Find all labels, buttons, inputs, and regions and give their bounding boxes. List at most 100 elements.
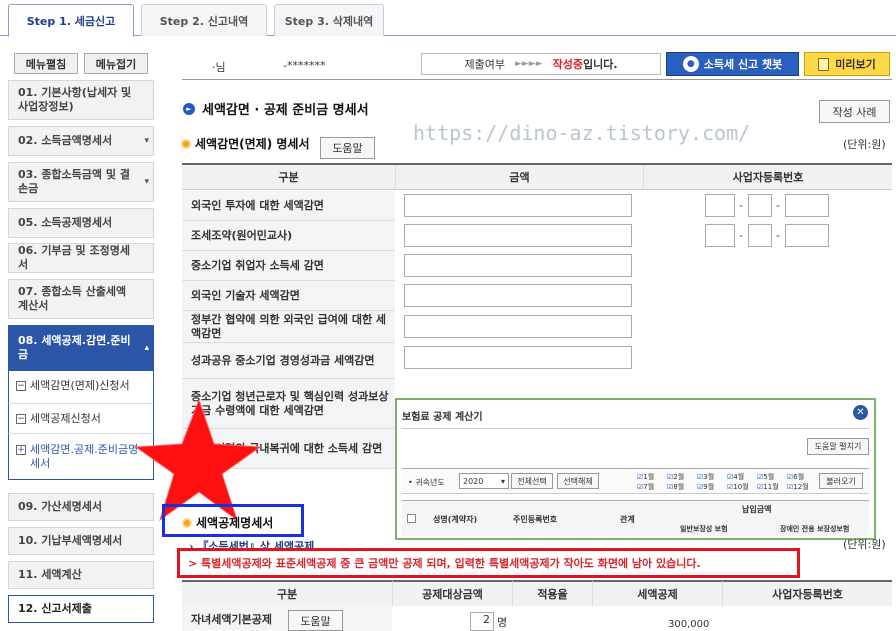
table-row-label: 중소기업 취업자 소득세 감면 <box>182 251 395 281</box>
select-all-checkbox[interactable] <box>407 514 416 523</box>
amount-input[interactable] <box>404 194 632 217</box>
status-badge: 작성중 <box>552 58 583 71</box>
highlight-box-blue <box>162 504 304 537</box>
sidebar-item-06[interactable]: 06. 기부금 및 조정명세서 <box>8 243 154 273</box>
close-icon[interactable]: ✕ <box>853 405 868 420</box>
year-select[interactable]: 2020 ▾ <box>459 473 509 489</box>
sidebar-subitem-statement[interactable]: + 세액감면.공제.준비금명세서 <box>8 434 154 480</box>
dash: - <box>776 199 780 212</box>
dash: - <box>739 229 743 242</box>
arrows-icon: ►►►► <box>514 59 543 69</box>
masked-id: -******* <box>283 59 326 72</box>
step-tabbar: Step 1. 세금신고 Step 2. 신고내역 Step 3. 삭제내역 <box>0 0 896 37</box>
sidebar-item-05[interactable]: 05. 소득공제명세서 <box>8 208 154 238</box>
tab-step3[interactable]: Step 3. 삭제내역 <box>274 4 384 36</box>
sidebar-item-09[interactable]: 09. 가산세명세서 <box>8 493 154 521</box>
deselect-button[interactable]: 선택해제 <box>557 473 599 489</box>
submit-status: 제출여부 ►►►► 작성중입니다. <box>421 53 661 75</box>
month-label: 5월 <box>763 473 775 481</box>
amount-input[interactable] <box>404 315 632 338</box>
document-icon <box>818 57 830 71</box>
col-disabled-insurance: 장애인 전용 보장성보험 <box>780 525 850 533</box>
amount-input[interactable] <box>404 254 632 277</box>
month-checkbox[interactable]: ☑5월 <box>757 472 787 481</box>
help-expand-button[interactable]: 도움말 펼치기 <box>807 438 869 455</box>
page-title: ► 세액감면 · 공제 준비금 명세서 <box>183 99 369 118</box>
sidebar-item-10[interactable]: 10. 기납부세액명세서 <box>8 527 154 555</box>
col-header-rate: 적용율 <box>512 580 592 606</box>
col-header-category: 구분 <box>182 580 392 606</box>
amount-input[interactable] <box>404 346 632 369</box>
col-header-bizno: 사업자등록번호 <box>722 580 892 606</box>
col-relation: 관계 <box>620 515 635 524</box>
sidebar-item-label: 12. 신고서제출 <box>18 602 92 615</box>
col-name: 성명(계약자) <box>433 515 478 524</box>
month-checkbox[interactable]: ☑12월 <box>787 482 817 491</box>
sidebar-item-label: 09. 가산세명세서 <box>18 500 103 513</box>
sidebar-item-03[interactable]: 03. 종합소득금액 및 결손금 ▾ <box>8 162 154 202</box>
child-count-input[interactable]: 2 <box>470 612 494 631</box>
bizno-input-2[interactable] <box>748 224 772 247</box>
select-all-button[interactable]: 전체선택 <box>511 473 553 489</box>
col-header-category: 구분 <box>182 165 395 190</box>
chatbot-icon: ● <box>682 56 699 72</box>
sidebar-subitem-label: 세액감면.공제.준비금명세서 <box>30 443 139 470</box>
month-checkbox[interactable]: ☑6월 <box>787 472 817 481</box>
bizno-input-1[interactable] <box>705 194 735 217</box>
sidebar-item-label: 01. 기본사항(납세자 및 사업장정보) <box>18 86 132 113</box>
month-checkbox[interactable]: ☑8월 <box>667 482 697 491</box>
col-payment: 납입금액 <box>742 505 772 514</box>
chevron-down-icon: ▾ <box>144 177 149 187</box>
tab-step1[interactable]: Step 1. 세금신고 <box>8 4 134 37</box>
bizno-input-1[interactable] <box>705 224 735 247</box>
load-button[interactable]: 불러오기 <box>819 473 863 489</box>
amount-input[interactable] <box>404 224 632 247</box>
month-checkbox[interactable]: ☑7월 <box>637 482 667 491</box>
sidebar-item-11[interactable]: 11. 세액계산 <box>8 561 154 589</box>
month-label: 6월 <box>793 473 805 481</box>
section1-title: 세액감면(면제) 명세서 <box>181 135 310 152</box>
sidebar-subitem-label: 세액공제신청서 <box>30 412 101 425</box>
status-suffix: 입니다. <box>583 58 618 71</box>
preview-button[interactable]: 미리보기 <box>804 52 890 76</box>
sidebar-item-01[interactable]: 01. 기본사항(납세자 및 사업장정보) <box>8 80 154 120</box>
sidebar-item-02[interactable]: 02. 소득금액명세서 ▾ <box>8 126 154 156</box>
month-checkbox[interactable]: ☑1월 <box>637 472 667 481</box>
month-checkbox[interactable]: ☑3월 <box>697 472 727 481</box>
submit-status-label: 제출여부 <box>464 58 505 71</box>
month-label: 11월 <box>763 483 779 491</box>
menu-expand-button[interactable]: 메뉴펼침 <box>14 53 78 74</box>
popup-title: 보험료 공제 계산기 <box>402 412 483 423</box>
help-button[interactable]: 도움말 <box>288 610 343 631</box>
month-checkbox[interactable]: ☑10월 <box>727 482 757 491</box>
sidebar-item-07[interactable]: 07. 종합소득 산출세액계산서 <box>8 279 154 319</box>
sidebar-subitem-credit[interactable]: − 세액공제신청서 <box>8 404 154 434</box>
dash: - <box>739 199 743 212</box>
row-label-text: 자녀세액기본공제 <box>191 612 272 626</box>
bizno-input-2[interactable] <box>748 194 772 217</box>
month-label: 12월 <box>793 483 809 491</box>
chevron-up-icon: ▴ <box>144 343 149 353</box>
minus-icon: − <box>16 414 26 424</box>
month-checkbox[interactable]: ☑11월 <box>757 482 787 491</box>
sidebar-subitem-reduction[interactable]: − 세액감면(면제)신청서 <box>8 371 154 404</box>
month-checkbox[interactable]: ☑2월 <box>667 472 697 481</box>
month-checkbox[interactable]: ☑9월 <box>697 482 727 491</box>
bizno-input-3[interactable] <box>785 224 829 247</box>
amount-input[interactable] <box>404 284 632 307</box>
help-button[interactable]: 도움말 <box>320 137 375 159</box>
example-button[interactable]: 작성 사례 <box>819 100 890 123</box>
tab-step2[interactable]: Step 2. 신고내역 <box>141 4 267 36</box>
bullet-icon <box>181 138 191 149</box>
table-row-label: 자녀세액기본공제 <box>182 606 392 631</box>
sidebar-item-12[interactable]: 12. 신고서제출 <box>8 595 154 623</box>
bizno-input-3[interactable] <box>785 194 829 217</box>
col-header-target-amount: 공제대상금액 <box>392 580 512 606</box>
month-checkbox[interactable]: ☑4월 <box>727 472 757 481</box>
sidebar-item-label: 03. 종합소득금액 및 결손금 <box>18 168 130 195</box>
chatbot-button[interactable]: ● 소득세 신고 챗봇 <box>666 52 799 76</box>
sidebar-subitem-label: 세액감면(면제)신청서 <box>30 379 130 392</box>
col-rrn: 주민등록번호 <box>513 515 558 524</box>
sidebar-item-08[interactable]: 08. 세액공제.감면.준비금 ▴ <box>8 325 154 371</box>
menu-collapse-button[interactable]: 메뉴접기 <box>84 53 148 74</box>
